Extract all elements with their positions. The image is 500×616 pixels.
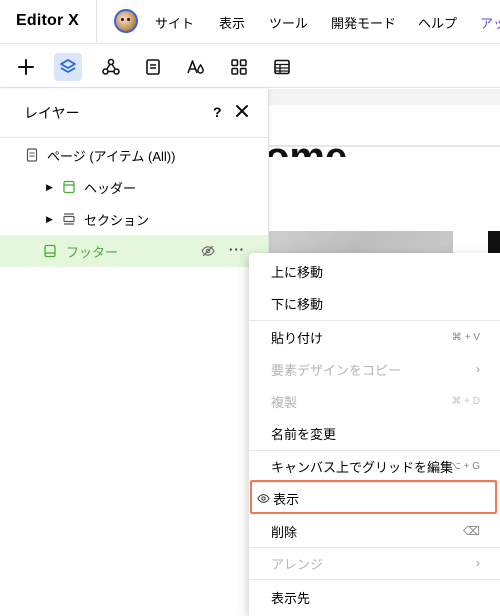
section-icon [63,213,75,225]
header-icon [63,180,75,194]
menu-divider [249,579,500,580]
backspace-icon: ⌫ [463,524,480,538]
menu-item-paste[interactable]: 貼り付け ⌘ + V [249,321,500,353]
more-actions-icon[interactable]: ··· [229,242,245,257]
page-icon [26,148,38,162]
menu-item-label: 表示先 [271,590,311,606]
menu-upgrade[interactable]: アップ [480,13,500,32]
layer-item-page[interactable]: ページ (アイテム (All)) [0,139,268,171]
layer-label: ページ (アイテム (All)) [47,148,176,164]
menu-item-label: アレンジ [271,556,324,572]
text-theme-icon[interactable] [182,53,210,81]
menu-site[interactable]: サイト [155,13,194,32]
menu-dev-mode[interactable]: 開発モード [331,13,396,32]
submenu-arrow-icon: › [476,362,480,376]
connect-icon[interactable] [97,53,125,81]
menu-tools[interactable]: ツール [269,13,308,32]
hidden-eye-icon[interactable] [201,244,215,258]
shortcut-hint: ⌘ + D [451,395,480,407]
menu-item-label: 削除 [271,524,298,540]
menu-item-duplicate: 複製 ⌘ + D [249,385,500,417]
layer-item-header[interactable]: ▶ ヘッダー [0,171,268,203]
menu-item-label: 名前を変更 [271,426,337,442]
add-icon[interactable] [12,53,40,81]
menu-item-delete[interactable]: 削除 ⌫ [249,515,500,547]
layers-panel: レイヤー ? ページ (アイテム (All)) ▶ ヘッダー ▶ セクション フ… [0,89,269,616]
menu-item-label: 貼り付け [271,330,324,346]
top-bar: Editor X サイト 表示 ツール 開発モード ヘルプ アップ [0,0,500,44]
shortcut-hint: ⌘ + V [451,331,480,343]
layer-label: セクション [84,212,150,228]
canvas-heading: ome [269,135,348,179]
highlight-outline [250,480,497,514]
panel-title: レイヤー [24,105,80,121]
layer-item-footer[interactable]: フッター ··· [0,235,268,267]
avatar-image [116,11,136,31]
submenu-arrow-icon: › [476,556,480,570]
menu-item-label: キャンバス上でグリッドを編集 [271,459,454,475]
menu-item-label: 上に移動 [271,264,324,280]
close-icon[interactable] [234,103,250,119]
table-icon[interactable] [268,53,296,81]
editor-x-logo[interactable]: Editor X [16,12,79,30]
menu-item-label: 要素デザインをコピー [271,362,402,378]
layer-label: ヘッダー [84,180,137,196]
menu-item-move-down[interactable]: 下に移動 [249,287,500,319]
layer-item-section[interactable]: ▶ セクション [0,203,268,235]
help-icon[interactable]: ? [213,104,222,120]
layer-label: フッター [66,244,119,260]
menu-item-show-on[interactable]: 表示先 [249,581,500,613]
context-menu: 上に移動 下に移動 貼り付け ⌘ + V 要素デザインをコピー › 複製 ⌘ +… [249,253,500,616]
left-toolbar [0,45,500,88]
apps-icon[interactable] [225,53,253,81]
expand-caret-icon[interactable]: ▶ [46,182,53,193]
layers-icon[interactable] [54,53,82,81]
menu-item-label: 下に移動 [271,296,324,312]
pages-icon[interactable] [139,53,167,81]
menu-item-move-up[interactable]: 上に移動 [249,255,500,287]
logo-divider [96,0,97,44]
footer-icon [44,244,56,258]
menu-item-label: 複製 [271,394,298,410]
shortcut-hint: ⌥ + G [449,460,480,472]
menu-view[interactable]: 表示 [219,13,245,32]
menu-item-copy-design: 要素デザインをコピー › [249,353,500,385]
expand-caret-icon[interactable]: ▶ [46,214,53,225]
menu-item-rename[interactable]: 名前を変更 [249,417,500,449]
user-avatar[interactable] [114,9,138,33]
menu-item-arrange: アレンジ › [249,547,500,579]
panel-divider [0,137,268,138]
menu-item-edit-grid[interactable]: キャンバス上でグリッドを編集 ⌥ + G [249,450,500,482]
menu-help[interactable]: ヘルプ [418,13,457,32]
